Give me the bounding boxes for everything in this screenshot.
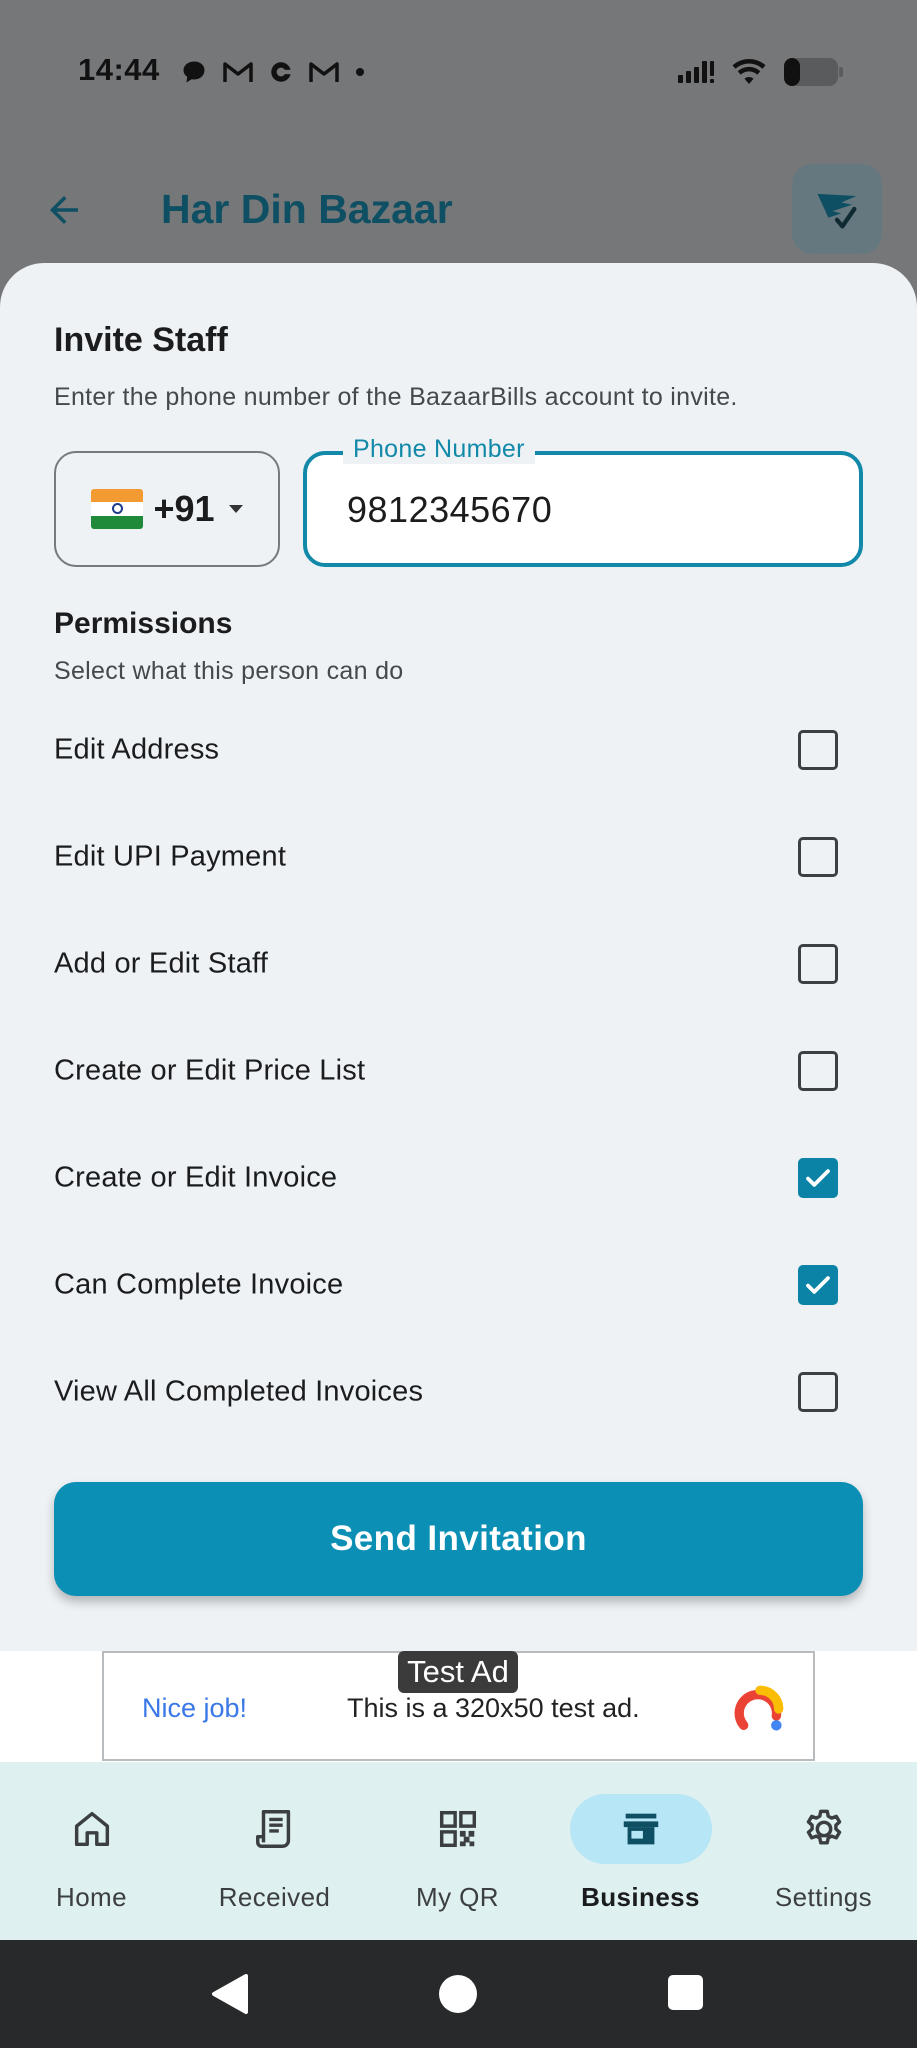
bazaarbills-logo-button[interactable] [792,164,882,254]
phone-number-value: 9812345670 [347,489,553,530]
nav-pill-active [569,1794,712,1864]
system-navigation-bar [0,1940,917,2048]
permission-row-edit-upi-payment[interactable]: Edit UPI Payment [0,803,917,910]
checkmark-icon [806,1168,830,1187]
test-ad-badge-label: Test Ad [407,1654,509,1689]
gear-icon [806,1809,841,1845]
bazaarbills-logo-icon [817,193,857,229]
signal-icon [678,61,714,83]
nav-label-my-qr: My QR [416,1882,499,1912]
phone-number-label: Phone Number [343,435,535,464]
battery-icon [784,58,843,86]
checkmark-icon [806,1275,830,1294]
checkbox-edit-invoice[interactable] [798,1157,838,1198]
country-code-picker[interactable]: +91 [54,451,280,567]
checkbox-view-completed-invoices[interactable] [798,1371,838,1412]
permission-row-edit-address[interactable]: Edit Address [0,696,917,803]
permission-label: Create or Edit Invoice [54,1161,338,1193]
permission-row-view-completed-invoices[interactable]: View All Completed Invoices [0,1338,917,1445]
nav-label-business: Business [581,1882,700,1912]
notification-icons [180,58,366,86]
nav-item-received[interactable]: Received [183,1762,366,1940]
permission-label: Add or Edit Staff [54,947,269,979]
admob-logo-icon [734,1685,784,1731]
nav-pill [753,1794,895,1864]
dot-icon [356,68,364,76]
checkbox-add-edit-staff[interactable] [798,943,838,984]
page-title: Har Din Bazaar [161,186,453,232]
sheet-title: Invite Staff [54,321,228,359]
nav-pill [387,1794,529,1864]
nav-pill [21,1794,163,1864]
sheet-subtitle: Enter the phone number of the BazaarBill… [54,383,738,411]
permission-row-edit-invoice[interactable]: Create or Edit Invoice [0,1124,917,1231]
nav-item-business[interactable]: Business [549,1762,732,1940]
store-icon [623,1813,658,1845]
home-icon [74,1811,109,1847]
checkbox-edit-address[interactable] [798,729,838,770]
permissions-heading: Permissions [54,607,233,640]
phone-number-input[interactable]: Phone Number 9812345670 [303,435,863,567]
app-bar: Har Din Bazaar [0,150,917,265]
qr-code-icon [439,1810,476,1848]
permission-row-price-list[interactable]: Create or Edit Price List [0,1017,917,1124]
nav-pill [204,1794,346,1864]
ad-nice-job-text: Nice job! [142,1693,248,1723]
permission-label: View All Completed Invoices [54,1375,424,1407]
system-back-icon[interactable] [210,1973,250,2015]
receipt-icon [255,1810,290,1848]
india-flag-icon [91,489,144,529]
nav-label-settings: Settings [774,1882,873,1912]
permission-label: Edit UPI Payment [54,840,287,872]
permission-label: Edit Address [54,733,220,765]
system-icons [676,56,844,88]
country-code-value: +91 [153,488,215,529]
dropdown-arrow-icon [228,505,243,513]
permission-row-add-edit-staff[interactable]: Add or Edit Staff [0,910,917,1017]
send-invitation-button[interactable]: Send Invitation [54,1482,863,1596]
test-ad-badge: Test Ad [398,1651,518,1693]
nav-label-home: Home [56,1882,127,1912]
invite-staff-sheet: Invite Staff Enter the phone number of t… [0,263,917,1651]
bottom-navigation: Home Received My QR Business Settings [0,1762,917,1940]
arrow-back-icon [50,196,78,224]
permissions-subtitle: Select what this person can do [54,657,404,685]
checkbox-complete-invoice[interactable] [798,1264,838,1305]
ad-description: This is a 320x50 test ad. [347,1693,640,1723]
nav-item-home[interactable]: Home [0,1762,183,1940]
nav-item-settings[interactable]: Settings [732,1762,915,1940]
gmail-icon [223,62,253,82]
wifi-icon [732,58,766,84]
system-home-button[interactable] [439,1975,477,2013]
nav-label-received: Received [218,1882,331,1912]
nav-item-my-qr[interactable]: My QR [366,1762,549,1940]
permission-row-complete-invoice[interactable]: Can Complete Invoice [0,1231,917,1338]
checkbox-edit-upi-payment[interactable] [798,836,838,877]
checkbox-price-list[interactable] [798,1050,838,1091]
chat-bubble-icon [183,61,205,83]
status-time: 14:44 [78,52,160,87]
c-app-icon [271,62,292,82]
permission-label: Can Complete Invoice [54,1268,344,1300]
back-button[interactable] [38,184,90,236]
gmail-icon [309,62,339,82]
system-recents-button[interactable] [668,1975,703,2010]
status-bar: 14:44 [0,0,917,150]
send-invitation-label: Send Invitation [330,1519,587,1558]
permission-label: Create or Edit Price List [54,1054,366,1086]
